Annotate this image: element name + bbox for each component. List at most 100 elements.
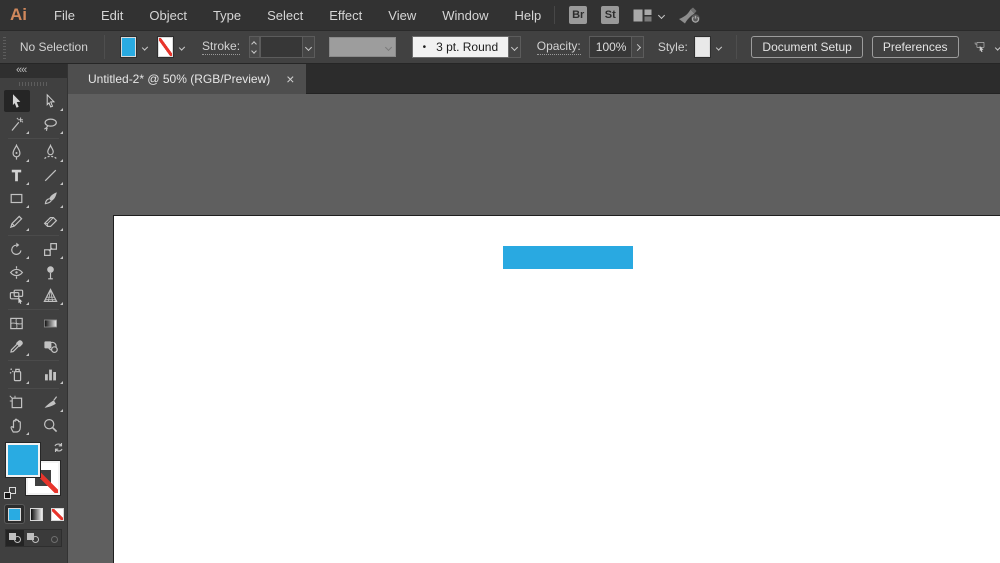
toolbar-grip[interactable] bbox=[0, 78, 67, 90]
tool-mesh[interactable] bbox=[4, 312, 30, 334]
tool-lasso[interactable] bbox=[38, 113, 64, 135]
draw-normal-button[interactable] bbox=[6, 530, 25, 546]
tool-artboard[interactable] bbox=[4, 391, 30, 413]
tool-perspective-grid[interactable] bbox=[38, 284, 64, 306]
brush-definition-dropdown[interactable] bbox=[328, 37, 396, 57]
document-title: Untitled-2* @ 50% (RGB/Preview) bbox=[88, 72, 271, 86]
menu-bar: Ai File Edit Object Type Select Effect View Win… bbox=[0, 0, 1000, 30]
gradient-button[interactable] bbox=[27, 505, 46, 523]
tool-magic-wand[interactable] bbox=[4, 113, 30, 135]
tool-direct-selection[interactable] bbox=[38, 90, 64, 112]
tool-zoom[interactable] bbox=[38, 414, 64, 436]
variable-width-profile-dropdown[interactable]: • 3 pt. Round bbox=[411, 36, 510, 58]
default-fill-stroke-icon[interactable] bbox=[4, 487, 16, 499]
style-swatch[interactable] bbox=[693, 36, 711, 58]
selection-status: No Selection bbox=[19, 40, 88, 54]
opacity-options-button[interactable] bbox=[632, 36, 644, 58]
menu-edit[interactable]: Edit bbox=[88, 8, 136, 23]
swap-fill-stroke-icon[interactable] bbox=[53, 442, 64, 453]
toolbar-collapse-button[interactable]: «« bbox=[0, 64, 67, 78]
menu-effect[interactable]: Effect bbox=[316, 8, 375, 23]
stroke-label[interactable]: Stroke: bbox=[202, 39, 241, 55]
menu-type[interactable]: Type bbox=[200, 8, 254, 23]
perspective-grid-icon bbox=[43, 287, 58, 302]
tool-row bbox=[0, 363, 67, 386]
workspace-switcher[interactable] bbox=[633, 9, 666, 22]
stock-icon[interactable]: St bbox=[601, 6, 620, 24]
artboard[interactable] bbox=[113, 215, 1000, 563]
tool-eyedropper[interactable] bbox=[4, 335, 30, 357]
direct-selection-icon bbox=[46, 93, 56, 108]
select-similar-chevron-icon[interactable] bbox=[994, 43, 1000, 51]
tool-gradient[interactable] bbox=[38, 312, 64, 334]
tool-paintbrush[interactable] bbox=[38, 187, 64, 209]
shape-builder-icon bbox=[9, 289, 24, 304]
profile-chevron[interactable] bbox=[509, 36, 521, 58]
tool-slice[interactable] bbox=[38, 391, 64, 413]
gpu-performance-icon[interactable] bbox=[678, 6, 702, 24]
tool-column-graph[interactable] bbox=[38, 363, 64, 385]
menu-select[interactable]: Select bbox=[254, 8, 316, 23]
toolbar-separator bbox=[8, 235, 59, 236]
document-setup-button[interactable]: Document Setup bbox=[751, 36, 863, 58]
tool-rotate[interactable] bbox=[4, 238, 30, 260]
tool-shape-builder[interactable] bbox=[4, 284, 30, 306]
rectangle-icon bbox=[10, 193, 23, 203]
preferences-button[interactable]: Preferences bbox=[871, 36, 959, 58]
tool-row bbox=[0, 90, 67, 113]
divider bbox=[103, 35, 105, 59]
tool-hand[interactable] bbox=[4, 414, 30, 436]
chevron-down-icon bbox=[304, 43, 312, 51]
menu-window[interactable]: Window bbox=[429, 8, 501, 23]
stroke-weight-stepper[interactable] bbox=[249, 36, 260, 58]
draw-inside-button[interactable] bbox=[43, 530, 61, 546]
tool-symbol-sprayer[interactable] bbox=[4, 363, 30, 385]
document-tab[interactable]: Untitled-2* @ 50% (RGB/Preview) × bbox=[68, 64, 307, 94]
canvas-pasteboard[interactable] bbox=[68, 94, 1000, 563]
tool-type[interactable] bbox=[4, 164, 30, 186]
color-button[interactable] bbox=[4, 504, 25, 524]
tool-puppet-warp[interactable] bbox=[38, 261, 64, 283]
profile-preview-icon: • bbox=[422, 41, 427, 53]
tool-eraser[interactable] bbox=[38, 210, 64, 232]
tab-close-icon[interactable]: × bbox=[286, 72, 294, 86]
tool-curvature[interactable] bbox=[38, 141, 64, 163]
blue-rectangle-shape[interactable] bbox=[503, 246, 633, 269]
bridge-icon[interactable]: Br bbox=[569, 6, 588, 24]
stroke-weight-dropdown[interactable] bbox=[302, 36, 315, 58]
blend-icon bbox=[44, 340, 58, 353]
curvature-icon bbox=[44, 143, 57, 159]
menu-file[interactable]: File bbox=[41, 8, 88, 23]
fill-color-swatch[interactable] bbox=[119, 36, 137, 58]
stroke-weight-field[interactable] bbox=[259, 36, 303, 58]
stroke-chevron-icon[interactable] bbox=[178, 43, 186, 51]
tool-width[interactable] bbox=[4, 261, 30, 283]
fill-swatch[interactable] bbox=[5, 442, 41, 478]
workspace-layout-icon bbox=[633, 9, 652, 21]
tool-blend[interactable] bbox=[38, 335, 64, 357]
style-chevron-icon[interactable] bbox=[715, 43, 722, 51]
menu-view[interactable]: View bbox=[375, 8, 429, 23]
gradient-icon bbox=[44, 319, 57, 327]
tool-row bbox=[0, 261, 67, 284]
tool-line-segment[interactable] bbox=[38, 164, 64, 186]
menu-object[interactable]: Object bbox=[136, 8, 200, 23]
tool-scale[interactable] bbox=[38, 238, 64, 260]
stroke-color-swatch[interactable] bbox=[157, 36, 175, 58]
opacity-field[interactable]: 100% bbox=[588, 36, 633, 58]
select-similar-icon[interactable] bbox=[973, 38, 989, 56]
tool-rectangle[interactable] bbox=[4, 187, 30, 209]
fill-chevron-icon[interactable] bbox=[141, 43, 148, 51]
panel-grip[interactable] bbox=[3, 35, 6, 59]
tool-row bbox=[0, 141, 67, 164]
stepper-down-icon[interactable] bbox=[251, 47, 258, 54]
tool-pen[interactable] bbox=[4, 141, 30, 163]
tool-shaper[interactable] bbox=[4, 210, 30, 232]
tool-selection[interactable] bbox=[3, 90, 30, 112]
menu-help[interactable]: Help bbox=[501, 8, 554, 23]
draw-behind-button[interactable] bbox=[24, 530, 42, 546]
tool-row bbox=[0, 335, 67, 358]
none-button[interactable] bbox=[48, 505, 67, 523]
stepper-up-icon[interactable] bbox=[251, 40, 258, 47]
opacity-label[interactable]: Opacity: bbox=[536, 39, 581, 55]
